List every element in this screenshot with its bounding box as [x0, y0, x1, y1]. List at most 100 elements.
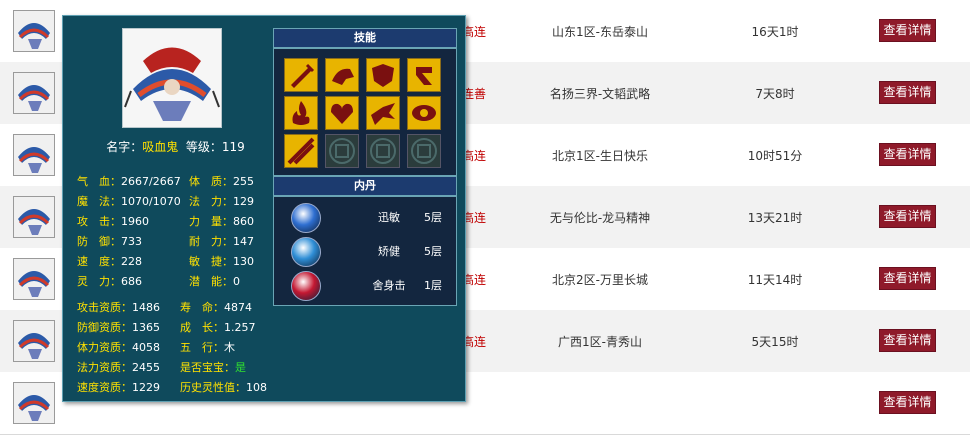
shield-skill-icon[interactable] [366, 58, 400, 92]
name-label: 名字： [106, 140, 143, 154]
flame-skill-icon[interactable] [284, 96, 318, 130]
vampire-pet-icon[interactable] [13, 258, 55, 300]
stat-item: 灵 力：686 [77, 275, 142, 289]
server-name: 山东1区-东岳泰山 [552, 25, 648, 39]
time-remaining: 7天8时 [755, 87, 795, 101]
pet-icon[interactable] [13, 320, 55, 362]
stat-item: 攻 击：1960 [77, 215, 149, 229]
eye-skill-icon[interactable] [407, 96, 441, 130]
time-remaining: 11天14时 [747, 273, 803, 287]
stat-value: 255 [233, 175, 254, 188]
time-remaining: 16天1时 [751, 25, 799, 39]
stat-value: 228 [121, 255, 142, 268]
stat-label: 灵 力： [77, 275, 121, 288]
pet-icon[interactable] [13, 382, 55, 424]
stat-label: 潜 能： [189, 275, 233, 288]
stat-label: 体 质： [189, 175, 233, 188]
stat-value: 1.257 [224, 321, 256, 334]
neidan-name: 舍身击 [372, 279, 406, 292]
stat-item: 魔 法：1070/1070 [77, 195, 181, 209]
stat-item: 历史灵性值：108 [180, 381, 267, 395]
stat-item: 是否宝宝：是 [180, 361, 246, 375]
vampire-pet-icon[interactable] [13, 134, 55, 176]
stat-value: 4874 [224, 301, 252, 314]
neidan-row: 舍身击 1层 [274, 268, 456, 302]
stat-item: 法力资质：2455 [77, 361, 160, 375]
stat-label: 五 行： [180, 341, 224, 354]
empty-slot-icon [325, 134, 359, 168]
pet-detail-popup: 名字：吸血鬼 等级：119 气 血：2667/2667 魔 法：1070/1070… [62, 15, 466, 402]
stat-label: 耐 力： [189, 235, 233, 248]
neidan-row: 矫健 5层 [274, 234, 456, 268]
stat-item: 五 行：木 [180, 341, 235, 355]
stat-label: 气 血： [77, 175, 121, 188]
view-details-button[interactable]: 查看详情 [879, 19, 936, 42]
stat-value: 1486 [132, 301, 160, 314]
time-remaining: 13天21时 [747, 211, 803, 225]
agile-neidan-icon[interactable] [291, 237, 321, 267]
stat-label: 攻 击： [77, 215, 121, 228]
stat-value: 0 [233, 275, 240, 288]
stat-value: 147 [233, 235, 254, 248]
stat-label: 敏 捷： [189, 255, 233, 268]
stat-label: 寿 命： [180, 301, 224, 314]
view-details-button[interactable]: 查看详情 [879, 329, 936, 352]
vampire-pet-icon[interactable] [13, 10, 55, 52]
stat-value: 2455 [132, 361, 160, 374]
view-details-button[interactable]: 查看详情 [879, 143, 936, 166]
server-name: 无与伦比-龙马精神 [549, 211, 651, 225]
stat-label: 法 力： [189, 195, 233, 208]
stat-value: 108 [246, 381, 267, 394]
skills-title: 技能 [273, 28, 457, 48]
heart-skill-icon[interactable] [325, 96, 359, 130]
stat-item: 力 量：860 [189, 215, 254, 229]
neidan-name: 迅敏 [378, 211, 400, 224]
stat-item: 耐 力：147 [189, 235, 254, 249]
view-details-button[interactable]: 查看详情 [879, 205, 936, 228]
stat-item: 速 度：228 [77, 255, 142, 269]
stat-item: 体 质：255 [189, 175, 254, 189]
server-name: 北京1区-生日快乐 [552, 149, 648, 163]
neidan-title: 内丹 [273, 176, 457, 196]
stat-value: 129 [233, 195, 254, 208]
vampire-pet-icon[interactable] [13, 196, 55, 238]
stat-value: 1365 [132, 321, 160, 334]
stat-label: 成 长： [180, 321, 224, 334]
stat-label: 防御资质： [77, 321, 132, 334]
pet-name-level: 名字：吸血鬼 等级：119 [63, 138, 288, 155]
stat-value: 686 [121, 275, 142, 288]
pet-name: 吸血鬼 [142, 140, 179, 154]
stat-item: 气 血：2667/2667 [77, 175, 181, 189]
neidan-level: 5层 [424, 211, 442, 224]
sacrifice-neidan-icon[interactable] [291, 271, 321, 301]
stat-item: 法 力：129 [189, 195, 254, 209]
slash-skill-icon[interactable] [284, 134, 318, 168]
empty-slot-icon [407, 134, 441, 168]
server-name: 广西1区-青秀山 [558, 335, 642, 349]
level-label: 等级： [185, 140, 222, 154]
view-details-button[interactable]: 查看详情 [879, 267, 936, 290]
stat-label: 历史灵性值： [180, 381, 246, 394]
stat-value: 1229 [132, 381, 160, 394]
vampire-pet-icon[interactable] [13, 72, 55, 114]
stat-item: 体力资质：4058 [77, 341, 160, 355]
stat-label: 法力资质： [77, 361, 132, 374]
stat-item: 防 御：733 [77, 235, 142, 249]
view-details-button[interactable]: 查看详情 [879, 81, 936, 104]
stat-label: 攻击资质： [77, 301, 132, 314]
stat-label: 防 御： [77, 235, 121, 248]
bird-skill-icon[interactable] [366, 96, 400, 130]
swift-neidan-icon[interactable] [291, 203, 321, 233]
view-details-button[interactable]: 查看详情 [879, 391, 936, 414]
stat-value: 130 [233, 255, 254, 268]
stat-value: 木 [224, 341, 235, 354]
stat-label: 体力资质： [77, 341, 132, 354]
stat-label: 是否宝宝： [180, 361, 235, 374]
neidan-row: 迅敏 5层 [274, 200, 456, 234]
blood-skill-icon[interactable] [407, 58, 441, 92]
sword-skill-icon[interactable] [284, 58, 318, 92]
vampire-portrait-icon [123, 29, 221, 127]
server-name: 北京2区-万里长城 [552, 273, 648, 287]
horse-skill-icon[interactable] [325, 58, 359, 92]
stat-item: 攻击资质：1486 [77, 301, 160, 315]
